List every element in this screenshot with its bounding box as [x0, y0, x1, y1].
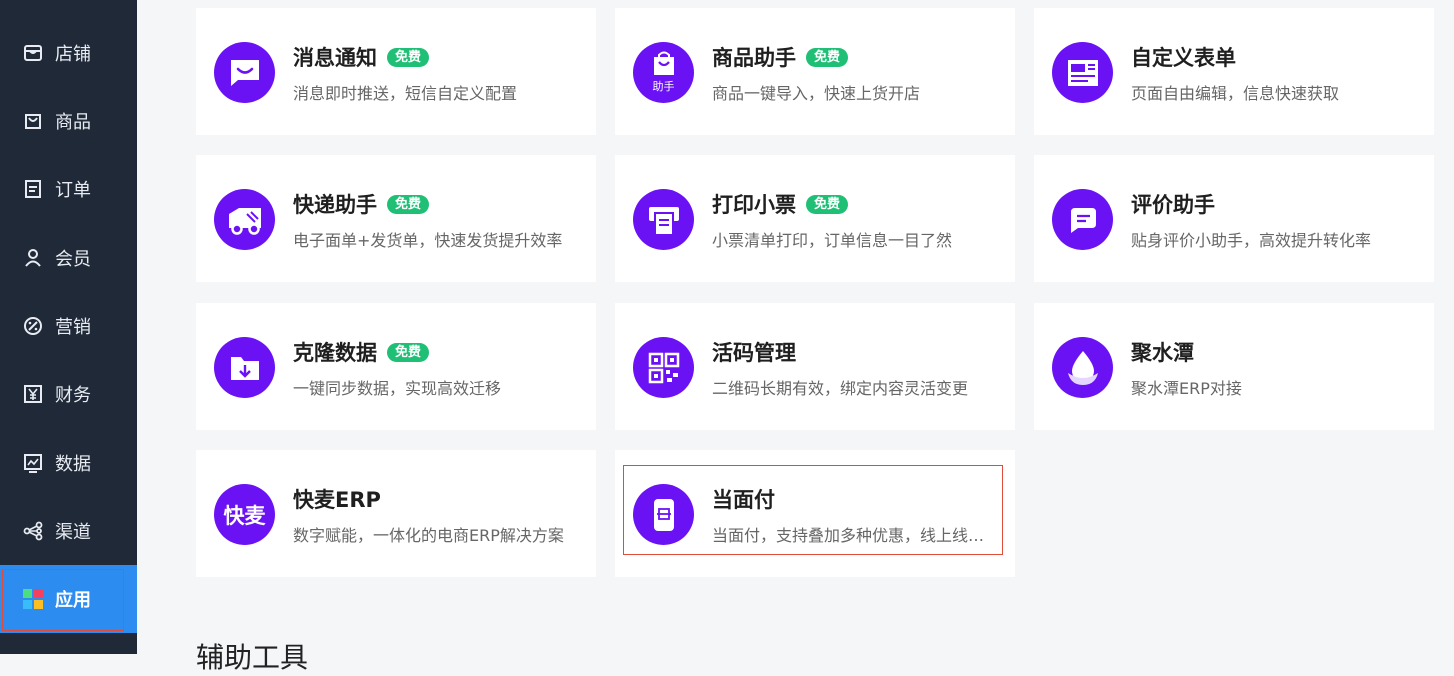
form-icon — [1052, 42, 1113, 103]
sidebar-item-data[interactable]: 数据 — [0, 443, 137, 483]
kuaimai-logo-icon: 快麦 — [214, 484, 275, 545]
bag-icon — [22, 110, 44, 132]
app-title: 聚水潭 — [1131, 341, 1194, 365]
sidebar-item-label: 财务 — [55, 385, 91, 406]
sidebar-item-label: 数据 — [55, 454, 91, 475]
app-description: 消息即时推送，短信自定义配置 — [293, 84, 518, 103]
app-title: 商品助手 — [712, 46, 796, 70]
sidebar-item-channels[interactable]: 渠道 — [0, 511, 137, 551]
sidebar: 店铺 商品 订单 会员 营销 财务 数据 渠道 应用 — [0, 0, 137, 654]
icon-label: 助手 — [652, 80, 675, 93]
message-icon — [214, 42, 275, 103]
sidebar-item-label: 订单 — [55, 180, 91, 201]
sidebar-item-label: 店铺 — [55, 44, 91, 65]
percent-icon — [22, 315, 44, 337]
review-icon — [1052, 189, 1113, 250]
app-title: 快递助手 — [293, 193, 377, 217]
sidebar-item-label: 渠道 — [55, 522, 91, 543]
app-title: 克隆数据 — [293, 341, 377, 365]
app-card-message[interactable]: 消息通知 免费 消息即时推送，短信自定义配置 — [196, 8, 596, 135]
app-card-product-helper[interactable]: 助手 商品助手 免费 商品一键导入，快速上货开店 — [615, 8, 1015, 135]
app-card-face-to-face-pay[interactable]: 当面付 当面付，支持叠加多种优惠，线上线下一体化收款 — [615, 450, 1015, 577]
order-icon — [22, 178, 44, 200]
free-badge: 免费 — [806, 194, 849, 214]
app-title: 当面付 — [712, 488, 775, 512]
free-badge: 免费 — [387, 47, 430, 67]
app-title: 评价助手 — [1131, 193, 1215, 217]
app-description: 二维码长期有效，绑定内容灵活变更 — [712, 379, 969, 398]
printer-icon — [633, 189, 694, 250]
app-description: 一键同步数据，实现高效迁移 — [293, 379, 502, 398]
sidebar-item-apps[interactable]: 应用 — [0, 565, 137, 633]
sidebar-item-orders[interactable]: 订单 — [0, 169, 137, 209]
app-title: 打印小票 — [712, 193, 796, 217]
app-card-jushuitan[interactable]: 聚水潭 聚水潭ERP对接 — [1034, 303, 1434, 430]
app-card-review[interactable]: 评价助手 贴身评价小助手，高效提升转化率 — [1034, 155, 1434, 282]
sidebar-item-products[interactable]: 商品 — [0, 101, 137, 141]
free-badge: 免费 — [806, 47, 849, 67]
folder-download-icon — [214, 337, 275, 398]
free-badge: 免费 — [387, 194, 430, 214]
sidebar-item-label: 会员 — [55, 249, 91, 270]
app-description: 电子面单+发货单，快速发货提升效率 — [293, 231, 563, 250]
phone-scan-icon — [633, 484, 694, 545]
water-drop-icon — [1052, 337, 1113, 398]
app-card-kuaimai-erp[interactable]: 快麦 快麦ERP 数字赋能，一体化的电商ERP解决方案 — [196, 450, 596, 577]
chart-icon — [22, 452, 44, 474]
app-title: 消息通知 — [293, 46, 377, 70]
app-description: 商品一键导入，快速上货开店 — [712, 84, 921, 103]
app-description: 数字赋能，一体化的电商ERP解决方案 — [293, 526, 564, 545]
sidebar-item-finance[interactable]: 财务 — [0, 374, 137, 414]
sidebar-item-label: 商品 — [55, 112, 91, 133]
app-description: 贴身评价小助手，高效提升转化率 — [1131, 231, 1372, 250]
sidebar-item-members[interactable]: 会员 — [0, 238, 137, 278]
app-title: 活码管理 — [712, 341, 796, 365]
free-badge: 免费 — [387, 342, 430, 362]
app-description: 当面付，支持叠加多种优惠，线上线下一体化收款 — [712, 526, 994, 545]
section-title: 辅助工具 — [196, 641, 309, 674]
app-description: 页面自由编辑，信息快速获取 — [1131, 84, 1340, 103]
sidebar-item-label: 营销 — [55, 317, 91, 338]
app-card-clone-data[interactable]: 克隆数据 免费 一键同步数据，实现高效迁移 — [196, 303, 596, 430]
store-icon — [22, 42, 44, 64]
app-description: 聚水潭ERP对接 — [1131, 379, 1242, 398]
sidebar-item-store[interactable]: 店铺 — [0, 33, 137, 73]
icon-label: 快麦 — [223, 503, 266, 528]
app-card-live-code[interactable]: 活码管理 二维码长期有效，绑定内容灵活变更 — [615, 303, 1015, 430]
user-icon — [22, 247, 44, 269]
truck-icon — [214, 189, 275, 250]
app-card-print-receipt[interactable]: 打印小票 免费 小票清单打印，订单信息一目了然 — [615, 155, 1015, 282]
apps-icon — [22, 588, 44, 610]
app-title: 快麦ERP — [293, 488, 381, 512]
sidebar-item-label: 应用 — [55, 590, 91, 611]
app-card-express[interactable]: 快递助手 免费 电子面单+发货单，快速发货提升效率 — [196, 155, 596, 282]
product-helper-icon: 助手 — [633, 42, 694, 103]
yen-icon — [22, 383, 44, 405]
app-title: 自定义表单 — [1131, 46, 1236, 70]
sidebar-item-marketing[interactable]: 营销 — [0, 306, 137, 346]
qrcode-icon — [633, 337, 694, 398]
app-card-custom-form[interactable]: 自定义表单 页面自由编辑，信息快速获取 — [1034, 8, 1434, 135]
app-description: 小票清单打印，订单信息一目了然 — [712, 231, 953, 250]
share-icon — [22, 520, 44, 542]
